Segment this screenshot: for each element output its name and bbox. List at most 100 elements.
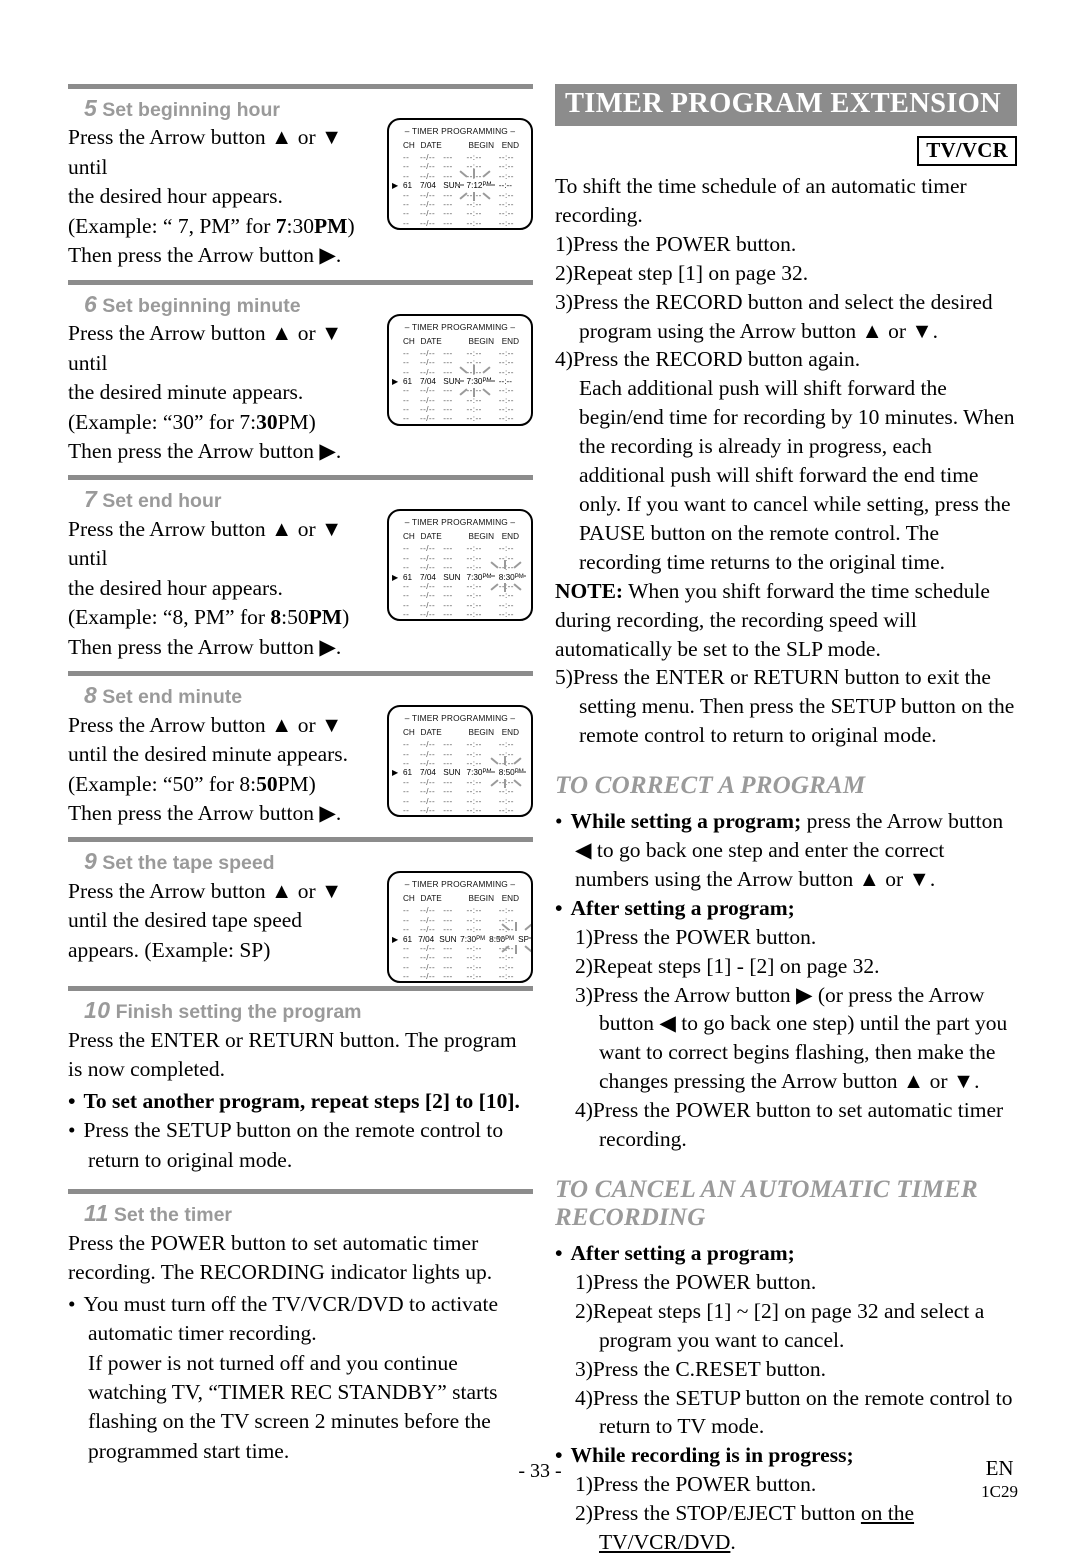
osd-active-row: 61 7/04 SUN 7:30PM --:-- (403, 376, 512, 386)
osd-blank-row: -- --/-- --- --:-- --:-- (403, 544, 514, 554)
osd-blank-row: -- --/-- --- --:-- --:-- (403, 582, 514, 592)
step-9-title: Set the tape speed (102, 852, 275, 875)
correct-body: While setting a program; press the Arrow… (555, 807, 1017, 1154)
step-5-line-3: (Example: “ 7, PM” for 7:30PM) (68, 213, 355, 238)
osd-column-headers: CH DATE BEGIN END (403, 728, 519, 738)
osd-blank-row: -- --/-- --- --:-- --:-- (403, 962, 514, 972)
ext-step-2: 2)Repeat step [1] on page 32. (555, 260, 809, 285)
step-7: 7 Set end hour Press the Arrow button ▲ o… (68, 487, 533, 662)
osd-title: – TIMER PROGRAMMING – (404, 517, 516, 528)
osd-active-row: 61 7/04 SUN 7:30PM 8:50PM (403, 768, 524, 778)
osd-title: – TIMER PROGRAMMING – (404, 321, 516, 332)
osd-column-headers: CH DATE BEGIN END (403, 336, 519, 346)
osd-blank-row: -- --/-- --- --:-- --:-- (403, 162, 514, 172)
step-6-heading: 6 Set beginning minute (68, 292, 533, 316)
osd-blank-row: -- --/-- --- --:-- --:-- (403, 953, 514, 963)
osd-blank-row: -- --/-- --- --:-- --:-- (403, 787, 514, 797)
osd-blank-row: -- --/-- --- --:-- --:-- (403, 171, 514, 181)
osd-blank-row: -- --/-- --- --:-- --:-- (403, 944, 514, 954)
cancel-body: After setting a program; 1)Press the POW… (555, 1239, 1017, 1557)
step-10-paragraph: Press the ENTER or RETURN button. The pr… (68, 1027, 517, 1082)
step-10-body: Press the ENTER or RETURN button. The pr… (68, 1026, 533, 1175)
section-divider (68, 475, 533, 481)
section-heading-correct: TO CORRECT A PROGRAM (555, 772, 866, 800)
osd-blank-row: -- --/-- --- --:-- --:-- (403, 348, 514, 358)
osd-blank-row: -- --/-- --- --:-- --:-- (403, 777, 514, 787)
step-10-title: Finish setting the program (115, 1001, 362, 1024)
osd-title: – TIMER PROGRAMMING – (404, 126, 516, 136)
right-column: TIMER PROGRAM EXTENSION TV/VCR To shift … (555, 84, 1017, 1557)
step-7-title: Set end hour (102, 490, 222, 513)
step-11-title: Set the timer (113, 1204, 233, 1227)
correct-item-3: 3)Press the Arrow button ▶ (or press the… (575, 982, 1008, 1094)
osd-title: – TIMER PROGRAMMING – (404, 879, 516, 890)
intro-paragraph: To shift the time schedule of an automat… (555, 174, 967, 227)
step-11-note: If power is not turned off and you conti… (88, 1350, 498, 1463)
step-8-number: 8 (84, 682, 98, 709)
right-body: To shift the time schedule of an automat… (555, 172, 1017, 750)
step-5-body: Press the Arrow button ▲ or ▼ until the … (68, 123, 386, 270)
step-10: 10 Finish setting the program Press the E… (68, 998, 533, 1175)
step-7-number: 7 (84, 486, 98, 513)
osd-panel-step-7: – TIMER PROGRAMMING – CH DATE BEGIN END … (387, 509, 533, 622)
osd-panel-step-5: – TIMER PROGRAMMING – CH DATE BEGIN END … (387, 118, 533, 230)
manual-page: 5 Set beginning hour Press the Arrow butt… (0, 0, 1080, 1554)
osd-blank-row: -- --/-- --- --:-- --:-- (403, 209, 514, 219)
osd-blank-row: -- --/-- --- --:-- --:-- (403, 367, 514, 377)
step-9-heading: 9 Set the tape speed (68, 849, 533, 873)
osd-blank-row: -- --/-- --- --:-- --:-- (403, 190, 514, 200)
cancel-item-6-post: . (730, 1530, 736, 1555)
footer-doc-code: 1C29 (981, 1482, 1018, 1502)
step-7-line-2: the desired hour appears. (68, 575, 283, 600)
osd-cursor-icon: ▶ (392, 572, 399, 582)
note-label: NOTE: (555, 578, 624, 603)
page-number: - 33 - (518, 1460, 562, 1482)
step-5: 5 Set beginning hour Press the Arrow butt… (68, 96, 533, 271)
correct-bullet-1-bold: While setting a program; (570, 809, 802, 834)
footer-lang: EN (985, 1456, 1014, 1480)
osd-cursor-icon: ▶ (392, 181, 399, 191)
step-11-number: 11 (84, 1200, 109, 1227)
step-10-number: 10 (84, 997, 111, 1024)
osd-rows: ▶ -- --/-- --- --:-- --:-- -- --/-- --- --:-- --… (389, 153, 531, 228)
step-8-line-4: Then press the Arrow button ▶. (68, 801, 342, 826)
osd-panel-step-6: – TIMER PROGRAMMING – CH DATE BEGIN END … (387, 313, 533, 426)
osd-blank-row: -- --/-- --- --:-- --:-- (403, 358, 514, 368)
correct-bullet-1: While setting a program; press the Arrow… (555, 807, 1017, 894)
cancel-bullet-1: After setting a program; (555, 1239, 1017, 1268)
osd-rows: ▶ -- --/-- --- --:-- --:-- -- --/-- --- --:-- --… (389, 349, 531, 424)
section-divider (68, 84, 533, 89)
osd-blank-row: -- --/-- --- --:-- --:-- (403, 553, 514, 563)
osd-rows: ▶ -- --/-- --- --:-- --:-- -- --/-- --- --:-- --… (389, 740, 531, 815)
osd-blank-row: -- --/-- --- --:-- --:-- (403, 758, 514, 768)
section-divider (68, 837, 533, 843)
step-7-body: Press the Arrow button ▲ or ▼ until the … (68, 515, 386, 662)
osd-blank-row: -- --/-- --- --:-- --:-- (403, 906, 514, 916)
mode-badge-wrap: TV/VCR (555, 135, 1017, 167)
osd-blank-row: -- --/-- --- --:-- --:-- (403, 218, 514, 228)
osd-blank-row: -- --/-- --- --:-- --:-- (403, 749, 514, 759)
step-8-body: Press the Arrow button ▲ or ▼ until the … (68, 711, 386, 829)
step-11-heading: 11 Set the timer (68, 1201, 533, 1225)
step-6: 6 Set beginning minute Press the Arrow bu… (68, 292, 533, 467)
step-8-line-1: Press the Arrow button ▲ or ▼ (68, 712, 343, 737)
step-9-line-3: appears. (Example: SP) (68, 937, 271, 962)
osd-cursor-icon: ▶ (392, 376, 399, 386)
osd-blank-row: -- --/-- --- --:-- --:-- (403, 805, 514, 815)
osd-blank-row: -- --/-- --- --:-- --:-- (403, 972, 514, 982)
osd-active-row: 61 7/04 SUN 7:30PM 8:50PM SP (403, 934, 530, 944)
step-7-line-4: Then press the Arrow button ▶. (68, 634, 342, 659)
step-8-line-3: (Example: “50” for 8:50PM) (68, 771, 316, 796)
cancel-item-3: 3)Press the C.RESET button. (575, 1356, 827, 1381)
osd-blank-row: -- --/-- --- --:-- --:-- (403, 925, 514, 935)
osd-panel-step-9: – TIMER PROGRAMMING – CH DATE BEGIN END … (387, 871, 533, 984)
cancel-item-1: 1)Press the POWER button. (575, 1269, 817, 1294)
step-5-line-1: Press the Arrow button ▲ or ▼ until (68, 125, 343, 179)
step-10-bullet-plain: Press the SETUP button on the remote con… (68, 1116, 533, 1175)
correct-bullet-2: After setting a program; (555, 894, 1017, 923)
step-11-bullet: You must turn off the TV/VCR/DVD to acti… (68, 1290, 533, 1349)
step-5-line-4: Then press the Arrow button ▶. (68, 243, 342, 268)
section-divider (68, 986, 533, 992)
cancel-item-6: 2)Press the STOP/EJECT button on the TV/… (555, 1499, 1017, 1557)
osd-blank-row: -- --/-- --- --:-- --:-- (403, 395, 514, 405)
